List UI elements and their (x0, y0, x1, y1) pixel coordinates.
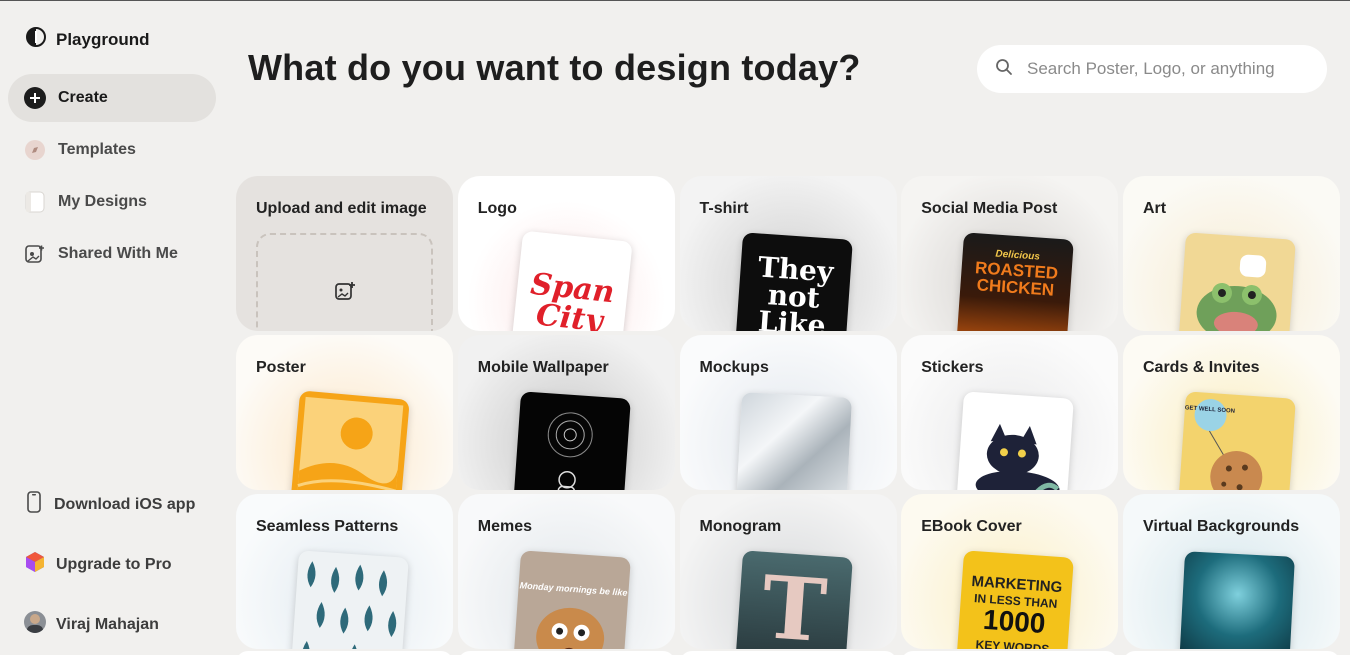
monogram-thumb-text: T (758, 556, 830, 649)
cards-invites-thumbnail: GET WELL SOON (1178, 391, 1296, 490)
card-peek (236, 651, 453, 655)
app-name: Playground (56, 29, 150, 49)
card-label: Social Media Post (921, 200, 1058, 217)
virtual-backgrounds-thumbnail (1179, 551, 1295, 649)
card-label: Cards & Invites (1143, 359, 1260, 376)
card-ebook-cover[interactable]: EBook Cover MARKETING IN LESS THAN 1000 … (901, 494, 1119, 649)
avatar (24, 611, 46, 638)
card-label: Virtual Backgrounds (1143, 518, 1300, 535)
monogram-thumbnail: T (734, 550, 853, 649)
card-memes[interactable]: Memes Monday mornings be like (457, 494, 675, 649)
download-ios-app-link[interactable]: Download iOS app (24, 491, 195, 518)
card-t-shirt[interactable]: T-shirt They not Like (679, 176, 897, 331)
nav-item-my-designs[interactable]: My Designs (8, 178, 216, 226)
card-label: Mobile Wallpaper (477, 359, 609, 376)
search-input[interactable] (1027, 59, 1317, 79)
card-label: Poster (256, 359, 306, 376)
shared-image-icon (24, 243, 46, 265)
card-upload-and-edit-image[interactable]: Upload and edit image (236, 176, 453, 331)
compass-icon (24, 139, 46, 161)
logo-thumbnail: Span City (511, 230, 633, 331)
leaf-pattern-illustration (301, 561, 397, 649)
brand-logo[interactable]: Playground (26, 27, 150, 52)
card-mockups[interactable]: Mockups (679, 335, 897, 490)
nav-item-templates[interactable]: Templates (8, 126, 216, 174)
social-media-post-thumbnail: Delicious ROASTED CHICKEN (956, 232, 1075, 331)
card-peek (901, 651, 1119, 655)
t-shirt-thumbnail: They not Like (734, 232, 853, 331)
card-virtual-backgrounds[interactable]: Virtual Backgrounds (1123, 494, 1340, 649)
toast-face-illustration (535, 607, 604, 649)
card-social-media-post[interactable]: Social Media Post Delicious ROASTED CHIC… (901, 176, 1119, 331)
playground-logo-icon (26, 27, 46, 52)
nav-item-label: Templates (58, 141, 136, 158)
phone-icon (24, 491, 44, 518)
user-name: Viraj Mahajan (56, 615, 159, 633)
frog-chef-illustration (1196, 254, 1277, 331)
spiral-illustration (547, 412, 593, 490)
seamless-patterns-thumbnail (291, 550, 409, 649)
nav-item-label: My Designs (58, 193, 147, 210)
card-logo[interactable]: Logo Span City (457, 176, 675, 331)
nav-item-label: Shared With Me (58, 245, 178, 262)
upgrade-to-pro-label: Upgrade to Pro (56, 555, 172, 573)
card-stickers[interactable]: Stickers (901, 335, 1119, 490)
cat-sticker-illustration (975, 423, 1060, 490)
add-image-icon (333, 279, 357, 308)
card-art[interactable]: Art (1123, 176, 1340, 331)
search-bar[interactable] (977, 45, 1327, 93)
nav-item-label: Create (58, 89, 108, 106)
mockups-thumbnail (735, 392, 852, 490)
card-mobile-wallpaper[interactable]: Mobile Wallpaper (457, 335, 675, 490)
card-peek (457, 651, 675, 655)
next-row-peek (236, 651, 1340, 655)
folder-icon (24, 191, 46, 213)
nav-item-create[interactable]: Create (8, 74, 216, 122)
user-profile[interactable]: Viraj Mahajan (24, 611, 159, 638)
upload-dropzone[interactable] (256, 233, 433, 331)
card-seamless-patterns[interactable]: Seamless Patterns (236, 494, 453, 649)
plus-circle-icon (24, 87, 46, 109)
card-peek (1123, 651, 1340, 655)
card-peek (679, 651, 897, 655)
card-label: Logo (477, 200, 517, 217)
social-thumb-text: ROASTED CHICKEN (974, 258, 1059, 300)
ebook-cover-thumbnail: MARKETING IN LESS THAN 1000 KEY WORDS (956, 550, 1075, 649)
download-ios-app-label: Download iOS app (54, 495, 196, 513)
poster-thumbnail (290, 390, 410, 490)
memes-thumbnail: Monday mornings be like (512, 550, 631, 649)
card-label: Seamless Patterns (256, 518, 399, 535)
card-label: Mockups (699, 359, 769, 376)
page-title: What do you want to design today? (248, 47, 861, 88)
card-label: T-shirt (699, 200, 749, 217)
card-label: Monogram (699, 518, 782, 535)
search-icon (995, 58, 1013, 81)
category-grid: Upload and edit image Logo Span City T-s… (236, 176, 1340, 649)
card-label: Stickers (921, 359, 984, 376)
mobile-wallpaper-thumbnail (512, 391, 631, 490)
nav-item-shared-with-me[interactable]: Shared With Me (8, 230, 216, 278)
logo-thumbnail-text: Span City (528, 266, 616, 331)
stickers-thumbnail (956, 391, 1075, 490)
card-poster[interactable]: Poster (236, 335, 453, 490)
upgrade-to-pro-link[interactable]: Upgrade to Pro (24, 551, 172, 578)
sun-illustration (296, 396, 404, 490)
card-label: Upload and edit image (256, 200, 427, 217)
card-cards-and-invites[interactable]: Cards & Invites GET WELL SOON (1123, 335, 1340, 490)
card-label: Memes (477, 518, 532, 535)
ebook-thumb-text-3: 1000 (982, 603, 1047, 640)
card-label: EBook Cover (921, 518, 1022, 535)
t-shirt-thumbnail-text: They not Like (756, 250, 834, 331)
card-monogram[interactable]: Monogram T (679, 494, 897, 649)
pro-cube-icon (24, 551, 46, 578)
card-label: Art (1143, 200, 1167, 217)
art-thumbnail (1178, 232, 1296, 331)
